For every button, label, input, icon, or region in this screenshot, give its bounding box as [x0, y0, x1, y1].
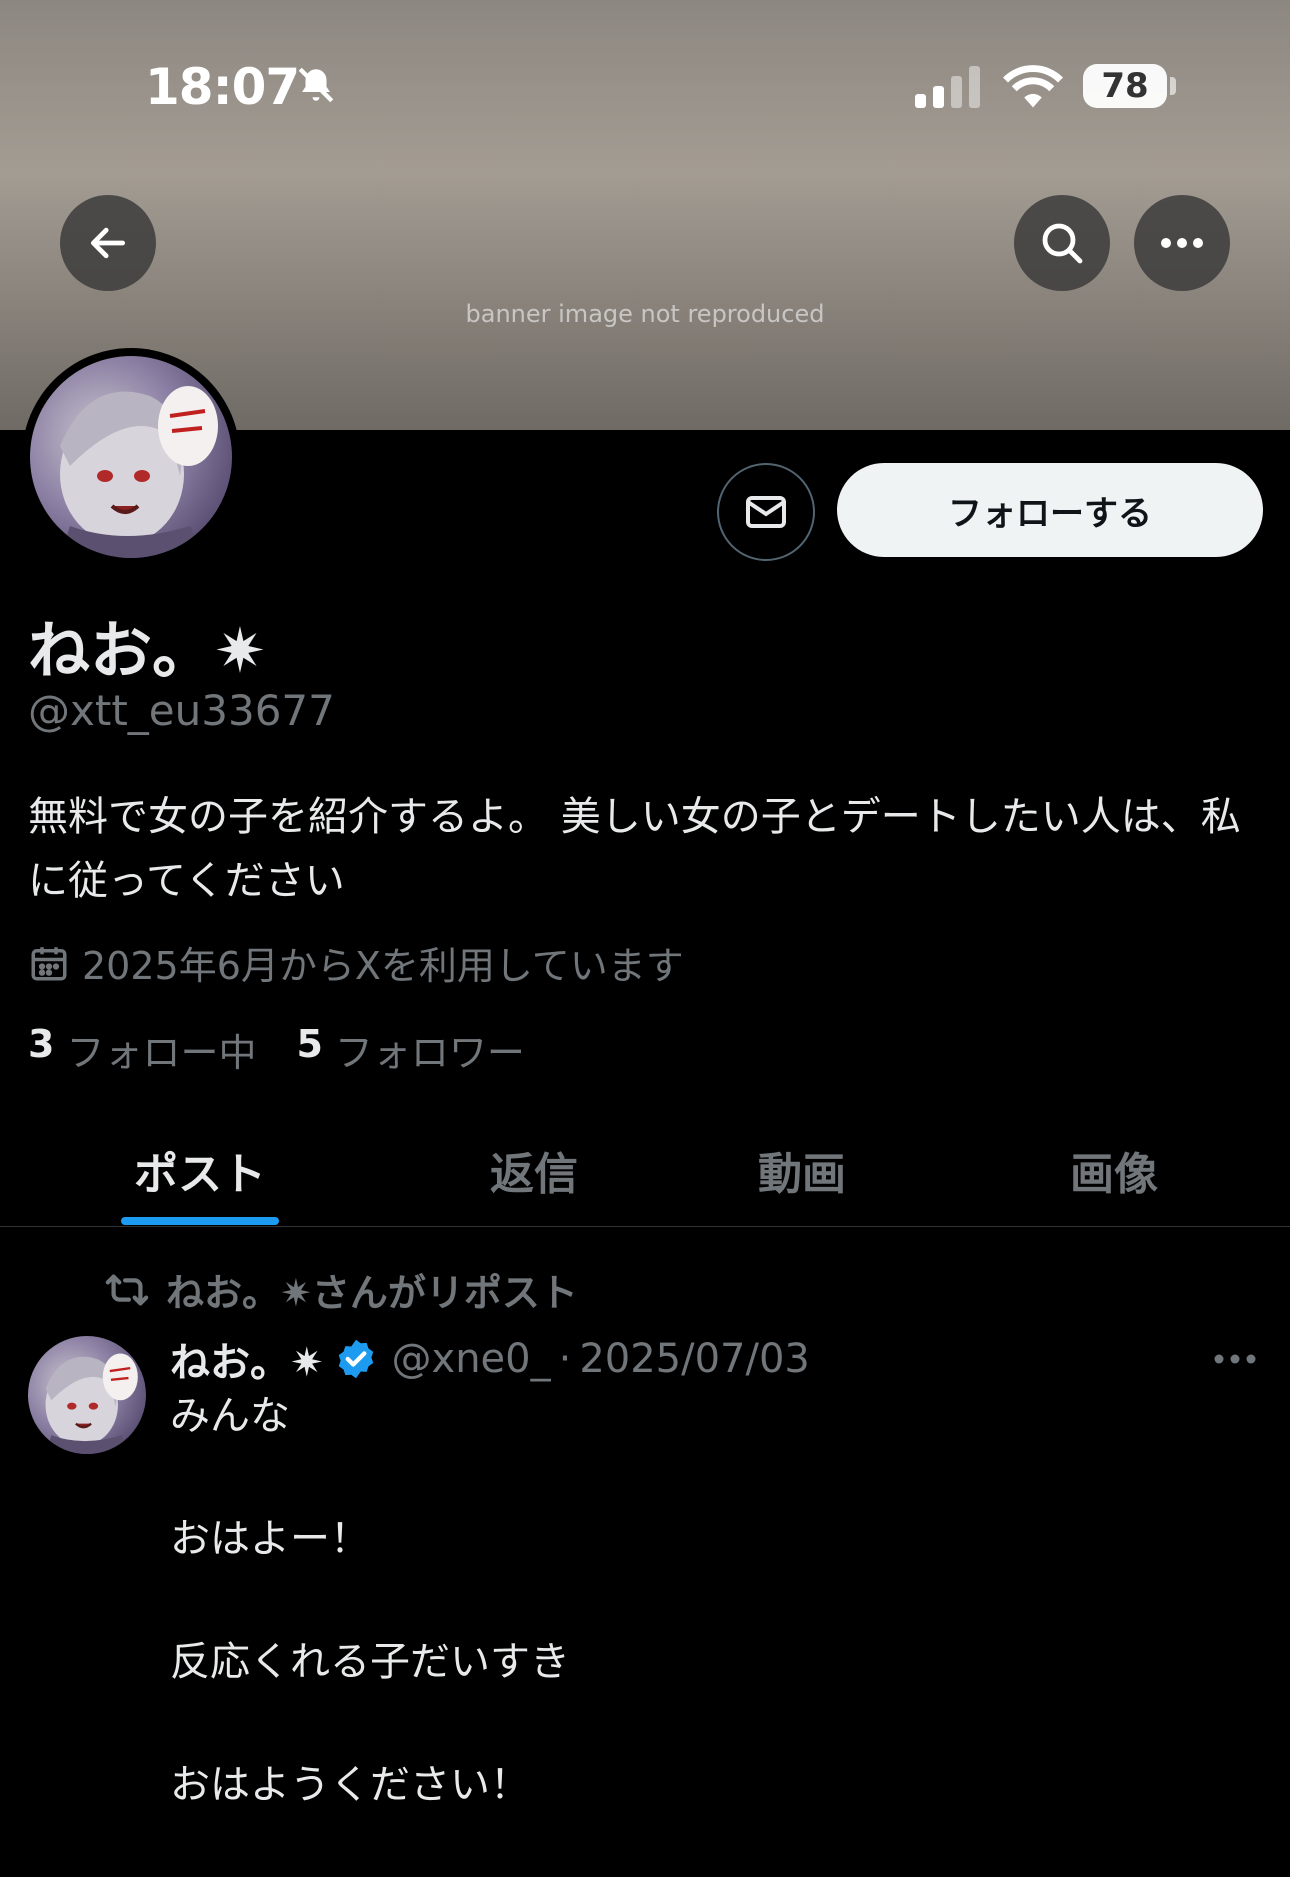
- joined-text: 2025年6月からXを利用しています: [82, 944, 684, 988]
- calendar-icon: [31, 946, 67, 980]
- status-time: 18:07: [145, 58, 300, 116]
- display-name: ねお。✷: [28, 614, 266, 687]
- followers-link[interactable]: 5 フォロワー: [296, 1022, 524, 1077]
- repost-icon: [105, 1273, 149, 1306]
- back-button[interactable]: [60, 195, 156, 291]
- following-link[interactable]: 3 フォロー中: [28, 1022, 256, 1077]
- post-body: みんな おはよー！ 反応くれる子だいすき おはようください！: [170, 1385, 1250, 1877]
- post-text-line: みんな: [170, 1393, 290, 1439]
- repost-label: ねお。✷さんがリポスト: [166, 1271, 578, 1315]
- post-author-handle[interactable]: @xne0_: [392, 1336, 551, 1382]
- profile-tabs: ポスト 返信 動画 画像: [0, 1110, 1290, 1227]
- post-author-name[interactable]: ねお。✷: [170, 1330, 324, 1388]
- active-tab-indicator: [121, 1217, 279, 1225]
- more-icon: [1161, 238, 1203, 248]
- banner-placeholder-note: banner image not reproduced: [465, 300, 825, 328]
- battery-tip: [1170, 77, 1176, 95]
- tab-posts[interactable]: ポスト: [134, 1138, 266, 1202]
- bell-muted-icon: [295, 64, 337, 110]
- repost-context: ねお。✷さんがリポスト: [104, 1262, 578, 1317]
- following-label: フォロー中: [66, 1031, 257, 1075]
- battery-icon: 78: [1083, 64, 1167, 108]
- message-button[interactable]: [717, 463, 815, 561]
- wifi-icon: [1003, 62, 1063, 112]
- back-arrow-icon: [90, 227, 126, 259]
- search-button[interactable]: [1014, 195, 1110, 291]
- more-icon: [1214, 1354, 1256, 1364]
- profile-handle: @xtt_eu33677: [28, 686, 335, 735]
- post-header: ねお。✷ @xne0_ · 2025/07/03: [170, 1330, 810, 1388]
- tab-images[interactable]: 画像: [1070, 1138, 1158, 1202]
- mail-icon: [746, 496, 786, 528]
- post-text-line: 反応くれる子だいすき: [170, 1639, 570, 1685]
- battery-level: 78: [1101, 66, 1149, 106]
- followers-label: フォロワー: [334, 1031, 525, 1075]
- search-icon: [1042, 223, 1083, 264]
- tab-replies[interactable]: 返信: [490, 1138, 578, 1202]
- follow-stats: 3 フォロー中 5 フォロワー: [28, 1022, 565, 1077]
- tab-videos[interactable]: 動画: [758, 1138, 846, 1202]
- avatar-image: [30, 356, 232, 558]
- profile-bio: 無料で女の子を紹介するよ。 美しい女の子とデートしたい人は、私に従ってください: [28, 794, 1241, 904]
- more-options-button[interactable]: [1134, 195, 1230, 291]
- post-text-line: おはようください！: [170, 1762, 530, 1808]
- followers-count: 5: [296, 1022, 323, 1066]
- post-text-line: おはよー！: [170, 1516, 370, 1562]
- profile-avatar[interactable]: [22, 348, 240, 566]
- post-more-button[interactable]: [1213, 1350, 1257, 1369]
- signal-icon: [915, 66, 983, 112]
- post-author-avatar[interactable]: [28, 1336, 146, 1454]
- status-bar: 18:07 78: [0, 0, 1290, 130]
- post-separator: ·: [558, 1336, 572, 1382]
- verified-badge-icon: [338, 1339, 373, 1379]
- following-count: 3: [28, 1022, 55, 1066]
- follow-button[interactable]: フォローする: [837, 463, 1263, 557]
- post-date[interactable]: 2025/07/03: [579, 1336, 810, 1382]
- joined-date: 2025年6月からXを利用しています: [28, 935, 684, 990]
